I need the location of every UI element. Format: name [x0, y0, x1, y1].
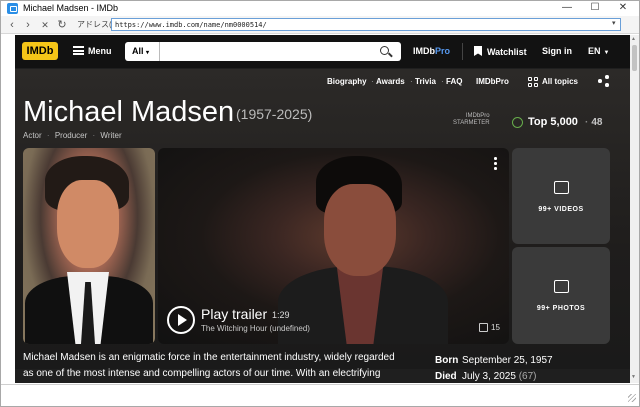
starmeter-rank[interactable]: Top 5,000 [528, 116, 578, 128]
imdb-logo[interactable]: IMDb [22, 42, 58, 60]
trailer-title: The Witching Hour (undefined) [201, 324, 310, 333]
person-years: (1957-2025) [236, 106, 313, 122]
search-input[interactable] [162, 44, 372, 59]
search-category-label: All [132, 46, 144, 56]
watchlist-button[interactable]: Watchlist [474, 46, 527, 57]
back-button[interactable]: ‹ [5, 17, 19, 33]
url-input[interactable]: https://www.imdb.com/name/nm0000514/ [111, 18, 621, 31]
bio-line: Michael Madsen is an enigmatic force in … [23, 352, 395, 363]
play-icon[interactable] [167, 306, 195, 334]
videos-tile[interactable]: 99+ VIDEOS [512, 148, 610, 244]
person-name: Michael Madsen [23, 96, 235, 128]
role-item: Actor [23, 131, 42, 140]
menu-button[interactable]: Menu [73, 43, 112, 60]
scroll-down-icon[interactable]: ▼ [631, 374, 636, 380]
subnav-separator: · [441, 77, 444, 86]
bookmark-plus-icon [474, 46, 482, 56]
search-icon[interactable] [380, 46, 389, 55]
imdbpro-link[interactable]: IMDbPro [413, 46, 450, 56]
bio-line: as one of the most intense and compellin… [23, 368, 381, 379]
app-icon [7, 3, 18, 14]
watchlist-label: Watchlist [487, 47, 527, 57]
imdbpro-prefix: IMDb [413, 46, 435, 56]
address-toolbar: ‹ › ✕ ↻ アドレス(D) https://www.imdb.com/nam… [1, 16, 639, 34]
subnav-all-topics[interactable]: All topics [542, 77, 578, 86]
died-label: Died [435, 371, 457, 382]
starmeter-label: IMDbPro STARMETER [453, 113, 490, 127]
rank-delta-value: 48 [591, 117, 603, 128]
starmeter-line1: IMDbPro [465, 113, 490, 119]
videos-label: 99+ VIDEOS [538, 206, 584, 213]
refresh-button[interactable]: ↻ [55, 17, 69, 33]
subnav-separator: · [410, 77, 413, 86]
imdb-navbar: IMDb Menu All ▾ IMDbPro Watchlist Sign i… [15, 35, 631, 68]
chevron-down-icon: ▾ [146, 50, 150, 56]
died-value[interactable]: July 3, 2025 (67) [462, 371, 537, 382]
subnav-separator: · [371, 77, 374, 86]
role-separator: · [46, 131, 50, 140]
maximize-button[interactable]: ☐ [581, 1, 609, 16]
more-options-icon[interactable] [488, 156, 502, 170]
menu-label: Menu [88, 46, 112, 56]
biography-text[interactable]: Michael Madsen is an enigmatic force in … [23, 350, 415, 382]
died-age: (67) [518, 371, 537, 382]
born-value[interactable]: September 25, 1957 [462, 355, 553, 366]
browser-window: Michael Madsen - IMDb — ☐ ✕ ‹ › ✕ ↻ アドレス… [0, 0, 640, 407]
stop-button[interactable]: ✕ [38, 17, 52, 33]
role-separator: · [92, 131, 96, 140]
profile-photo[interactable] [23, 148, 155, 344]
close-button[interactable]: ✕ [609, 1, 637, 16]
language-select[interactable]: EN ▼ [588, 46, 609, 56]
video-library-icon [554, 181, 569, 194]
subnav-trivia[interactable]: Trivia [415, 77, 436, 86]
url-dropdown-icon[interactable]: ▾ [612, 19, 616, 27]
search-bar: All ▾ [125, 42, 401, 61]
born-label: Born [435, 355, 459, 366]
share-icon[interactable] [598, 75, 610, 87]
status-bar [1, 384, 639, 406]
hamburger-icon [73, 46, 84, 55]
subnav-biography[interactable]: Biography [327, 77, 367, 86]
scroll-up-icon[interactable]: ▲ [631, 36, 636, 42]
subnav-awards[interactable]: Awards [376, 77, 405, 86]
imdb-page: IMDb Menu All ▾ IMDbPro Watchlist Sign i… [15, 35, 631, 383]
starmeter-line2: STARMETER [453, 120, 490, 126]
rank-delta: · 48 [585, 117, 602, 128]
person-roles: Actor · Producer · Writer [23, 131, 122, 140]
vertical-scrollbar[interactable]: ▲ ▼ [630, 35, 639, 383]
play-trailer-label[interactable]: Play trailer [201, 306, 267, 322]
subnav-imdbpro[interactable]: IMDbPro [476, 77, 509, 86]
like-count: 15 [491, 323, 500, 332]
minimize-button[interactable]: — [553, 1, 581, 16]
died-date: July 3, 2025 [462, 371, 516, 382]
forward-button[interactable]: › [21, 17, 35, 33]
search-category-select[interactable]: All ▾ [125, 42, 160, 61]
photos-label: 99+ PHOTOS [536, 305, 586, 312]
scroll-thumb[interactable] [632, 45, 637, 71]
role-item: Writer [100, 131, 122, 140]
photo-library-icon [554, 280, 569, 293]
rank-delta-sep: · [585, 117, 589, 128]
grid-icon [528, 77, 538, 87]
subnav-faq[interactable]: FAQ [446, 77, 462, 86]
trend-up-icon [512, 117, 523, 128]
language-label: EN [588, 46, 601, 56]
trailer-duration: 1:29 [272, 310, 290, 320]
role-item: Producer [54, 131, 88, 140]
resize-grip-icon[interactable] [628, 394, 636, 402]
sign-in-button[interactable]: Sign in [542, 46, 572, 56]
imdbpro-suffix: Pro [435, 46, 451, 56]
caret-down-icon: ▼ [603, 50, 610, 56]
title-bar: Michael Madsen - IMDb — ☐ ✕ [1, 1, 639, 16]
thumbs-up-icon[interactable] [479, 323, 488, 332]
photos-tile[interactable]: 99+ PHOTOS [512, 247, 610, 344]
window-title: Michael Madsen - IMDb [23, 3, 119, 13]
nav-divider [462, 43, 463, 60]
